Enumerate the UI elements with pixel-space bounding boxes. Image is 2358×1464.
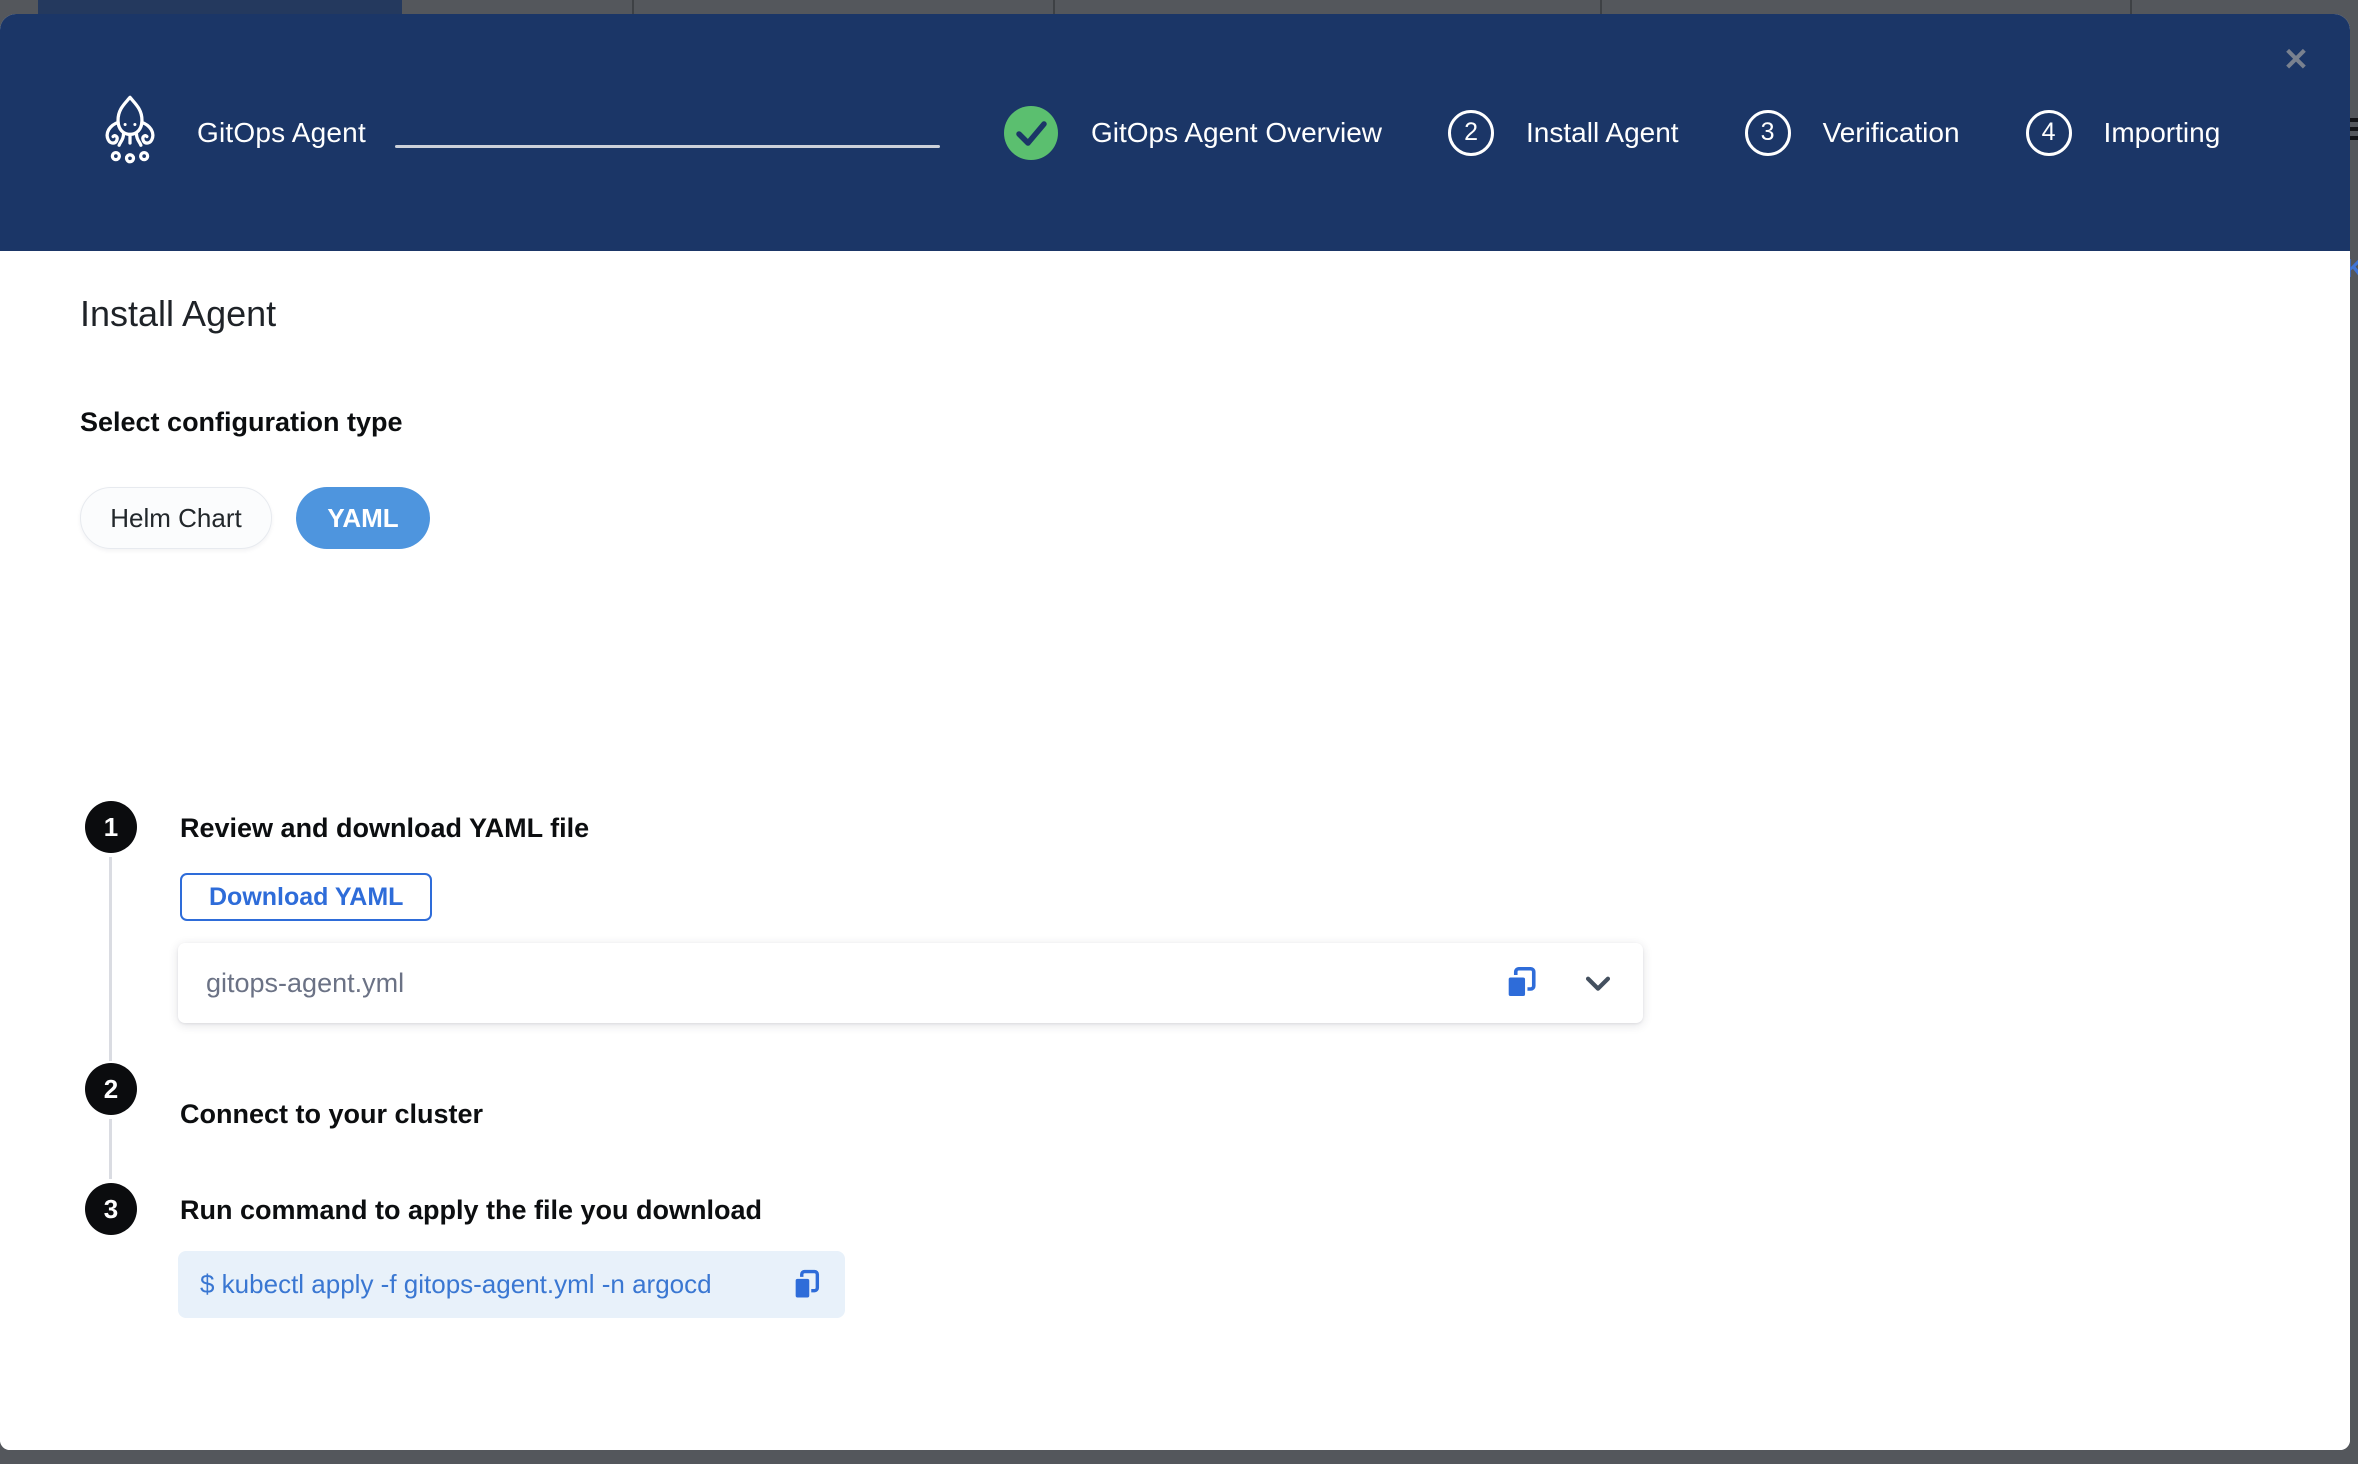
step-3-badge: 3 [85, 1183, 137, 1235]
tab-separator [1053, 0, 1055, 14]
wizard-header: ✕ [0, 14, 2350, 251]
step-2-badge: 2 [85, 1063, 137, 1115]
step-connector-line [109, 1119, 112, 1179]
wizard-body: Install Agent Select configuration type … [0, 251, 2350, 1450]
kubectl-command-text: $ kubectl apply -f gitops-agent.yml -n a… [200, 1269, 789, 1300]
background-active-tab [38, 0, 402, 14]
stepper-item-importing[interactable]: 4 Importing [2026, 110, 2221, 156]
stepper-label: GitOps Agent Overview [1091, 117, 1382, 149]
yaml-option[interactable]: YAML [296, 487, 430, 549]
step-connector-line [109, 857, 112, 1061]
close-icon[interactable]: ✕ [2276, 40, 2316, 80]
config-type-label: Select configuration type [80, 407, 403, 438]
stepper-label: Importing [2104, 117, 2221, 149]
stepper-item-install-agent[interactable]: 2 Install Agent [1448, 110, 1679, 156]
wizard-stepper: GitOps Agent Overview 2 Install Agent 3 … [1003, 14, 2220, 251]
background-right-edge: K [2350, 14, 2358, 1450]
copy-icon[interactable] [1503, 965, 1539, 1001]
stepper-item-verification[interactable]: 3 Verification [1745, 110, 1960, 156]
stepper-label: Install Agent [1526, 117, 1679, 149]
copy-icon[interactable] [789, 1268, 823, 1302]
config-type-toggle: Helm Chart YAML [80, 487, 430, 549]
check-circle-icon [1003, 105, 1059, 161]
stepper-label: Verification [1823, 117, 1960, 149]
gitops-agent-logo-icon [95, 93, 165, 172]
chevron-down-icon[interactable] [1581, 966, 1615, 1000]
step-number-circle: 3 [1745, 110, 1791, 156]
yaml-filename: gitops-agent.yml [206, 968, 1503, 999]
tab-separator [2130, 0, 2132, 14]
step-2-heading: Connect to your cluster [180, 1099, 483, 1130]
stepper-item-overview[interactable]: GitOps Agent Overview [1003, 105, 1382, 161]
brand: GitOps Agent [95, 14, 366, 251]
screen: K ✕ [0, 0, 2358, 1464]
page-title: Install Agent [80, 293, 276, 335]
download-yaml-button[interactable]: Download YAML [180, 873, 432, 921]
background-browser-strip [0, 0, 2358, 14]
tab-separator [632, 0, 634, 14]
tab-separator [1600, 0, 1602, 14]
kubectl-command-box: $ kubectl apply -f gitops-agent.yml -n a… [178, 1251, 845, 1318]
helm-chart-option[interactable]: Helm Chart [80, 487, 272, 549]
step-number-circle: 2 [1448, 110, 1494, 156]
clipped-text-fragment: K [2350, 253, 2358, 284]
step-1-heading: Review and download YAML file [180, 813, 589, 844]
step-number-circle: 4 [2026, 110, 2072, 156]
step-3-heading: Run command to apply the file you downlo… [180, 1195, 762, 1226]
header-divider-line [395, 145, 940, 148]
wizard-title: GitOps Agent [197, 117, 366, 149]
yaml-file-panel[interactable]: gitops-agent.yml [178, 943, 1643, 1023]
step-1-badge: 1 [85, 801, 137, 853]
gitops-agent-wizard-modal: ✕ [0, 14, 2350, 1450]
